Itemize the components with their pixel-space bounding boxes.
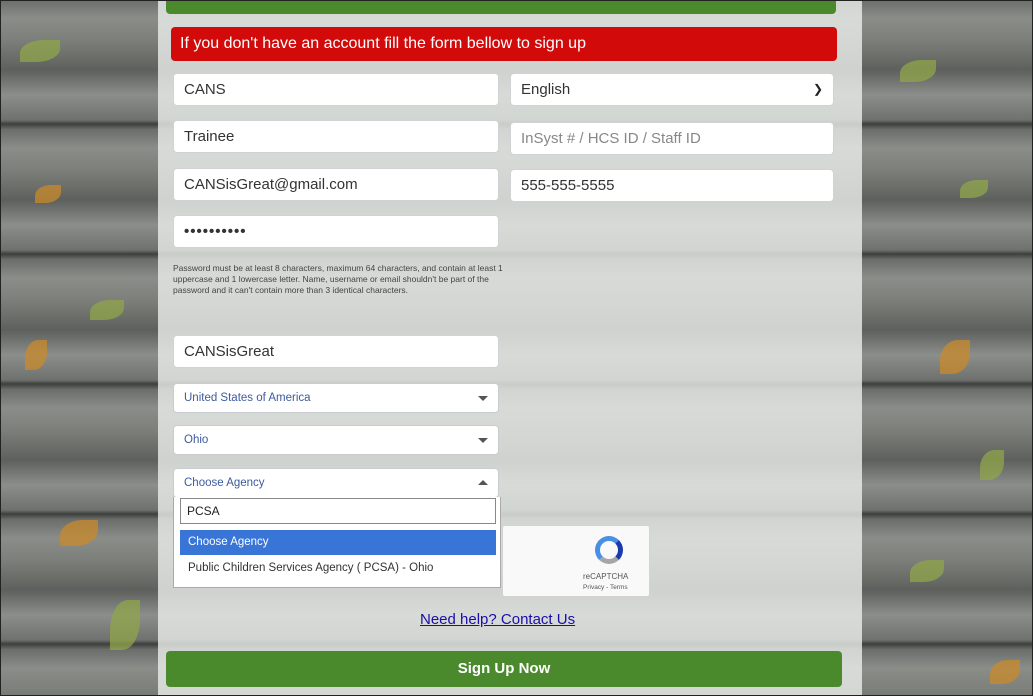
country-select[interactable]: United States of America bbox=[173, 383, 499, 413]
caret-down-icon bbox=[478, 396, 488, 401]
password-input[interactable]: •••••••••• bbox=[173, 215, 499, 248]
help-link[interactable]: Need help? Contact Us bbox=[420, 611, 620, 628]
username-input[interactable]: CANSisGreat bbox=[173, 335, 499, 368]
agency-search-input[interactable]: PCSA bbox=[180, 498, 496, 524]
staff-id-input[interactable]: InSyst # / HCS ID / Staff ID bbox=[510, 122, 834, 155]
sign-up-button[interactable]: Sign Up Now bbox=[166, 651, 842, 687]
password-hint: Password must be at least 8 characters, … bbox=[173, 263, 503, 295]
recaptcha-widget[interactable]: reCAPTCHA Privacy - Terms bbox=[502, 525, 650, 597]
language-select[interactable]: English ❯ bbox=[510, 73, 834, 106]
state-value: Ohio bbox=[184, 434, 209, 446]
recaptcha-links[interactable]: Privacy - Terms bbox=[583, 584, 628, 591]
state-select[interactable]: Ohio bbox=[173, 425, 499, 455]
recaptcha-label: reCAPTCHA bbox=[583, 572, 629, 581]
recaptcha-icon bbox=[595, 536, 623, 564]
chevron-down-icon: ❯ bbox=[812, 82, 823, 96]
signup-banner: If you don't have an account fill the fo… bbox=[171, 27, 837, 61]
agency-dropdown: PCSA Choose Agency Public Children Servi… bbox=[173, 497, 501, 588]
country-value: United States of America bbox=[184, 392, 311, 404]
agency-option[interactable]: Choose Agency bbox=[180, 530, 496, 555]
first-name-input[interactable]: CANS bbox=[173, 73, 499, 106]
top-button-edge[interactable] bbox=[166, 0, 836, 14]
phone-input[interactable]: 555-555-5555 bbox=[510, 169, 834, 202]
agency-value: Choose Agency bbox=[184, 477, 265, 489]
agency-option[interactable]: Public Children Services Agency ( PCSA) … bbox=[180, 556, 496, 581]
email-input[interactable]: CANSisGreat@gmail.com bbox=[173, 168, 499, 201]
last-name-input[interactable]: Trainee bbox=[173, 120, 499, 153]
language-value: English bbox=[521, 81, 571, 98]
caret-down-icon bbox=[478, 438, 488, 443]
agency-select[interactable]: Choose Agency bbox=[173, 468, 499, 498]
caret-up-icon bbox=[478, 480, 488, 485]
